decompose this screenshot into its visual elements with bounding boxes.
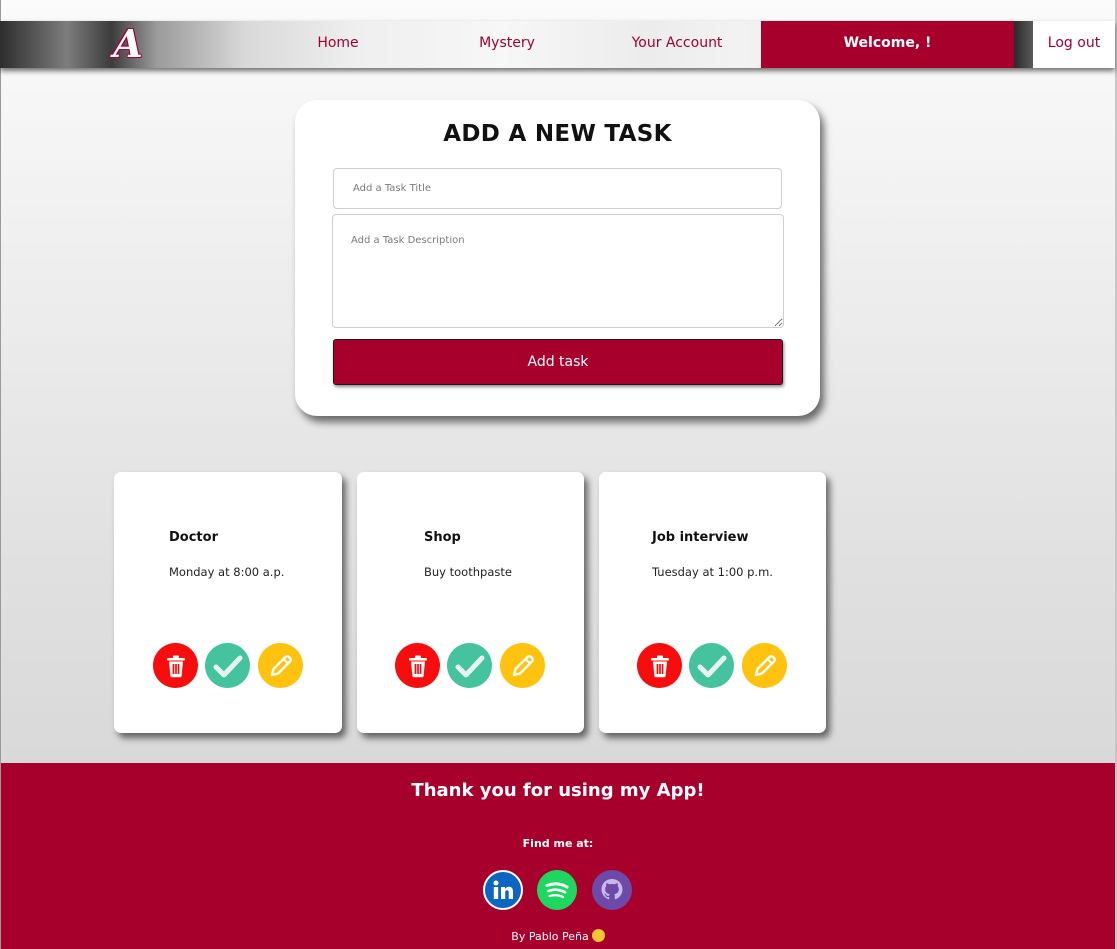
task-card: Doctor Monday at 8:00 a.p. [114,472,342,733]
trash-icon [166,655,185,677]
spotify-link[interactable] [537,870,577,910]
nav-link-home[interactable]: Home [298,21,378,68]
footer-byline-text: By Pablo Peña [511,930,589,943]
task-card: Job interview Tuesday at 1:00 p.m. [599,472,826,733]
edit-task-button[interactable] [500,643,545,688]
welcome-banner: Welcome, ! [761,21,1014,68]
add-task-heading: ADD A NEW TASK [443,121,672,147]
add-task-card: ADD A NEW TASK Add task [295,100,820,416]
check-icon [455,655,484,677]
linkedin-icon [493,880,513,899]
edit-task-button[interactable] [742,643,787,688]
task-description: Tuesday at 1:00 p.m. [652,565,773,579]
task-actions [637,643,787,688]
nav-link-mystery[interactable]: Mystery [467,21,547,68]
task-title: Doctor [169,530,218,545]
add-task-button[interactable]: Add task [333,339,783,385]
smile-emoji-icon [591,929,605,942]
github-link[interactable] [592,870,632,910]
pencil-icon [270,654,292,676]
complete-task-button[interactable] [689,643,734,688]
trash-icon [650,655,669,677]
github-icon [601,879,623,900]
footer-thanks: Thank you for using my App! [411,780,705,801]
task-title: Shop [424,530,461,545]
footer-byline: By Pablo Peña [1,929,1115,943]
task-card: Shop Buy toothpaste [357,472,584,733]
nav-link-your-account[interactable]: Your Account [618,21,736,68]
delete-task-button[interactable] [637,643,682,688]
linkedin-link[interactable] [483,870,523,910]
task-title: Job interview [652,530,749,545]
task-actions [395,643,545,688]
pencil-icon [754,654,776,676]
footer-find-me: Find me at: [522,837,594,850]
alabama-logo[interactable]: A [106,23,150,65]
logout-button[interactable]: Log out [1033,21,1115,68]
complete-task-button[interactable] [447,643,492,688]
delete-task-button[interactable] [153,643,198,688]
spotify-icon [543,876,571,904]
navbar-divider [1014,21,1033,68]
task-actions [153,643,303,688]
check-icon [213,655,242,677]
trash-icon [408,655,427,677]
edit-task-button[interactable] [258,643,303,688]
task-description-input[interactable] [332,214,784,328]
complete-task-button[interactable] [205,643,250,688]
footer: Thank you for using my App! Find me at: … [1,763,1115,949]
navbar: A Home Mystery Your Account Welcome, ! L… [0,21,1115,68]
task-title-input[interactable] [333,168,782,209]
pencil-icon [512,654,534,676]
check-icon [697,655,726,677]
task-description: Monday at 8:00 a.p. [169,565,285,579]
delete-task-button[interactable] [395,643,440,688]
task-description: Buy toothpaste [424,565,512,579]
